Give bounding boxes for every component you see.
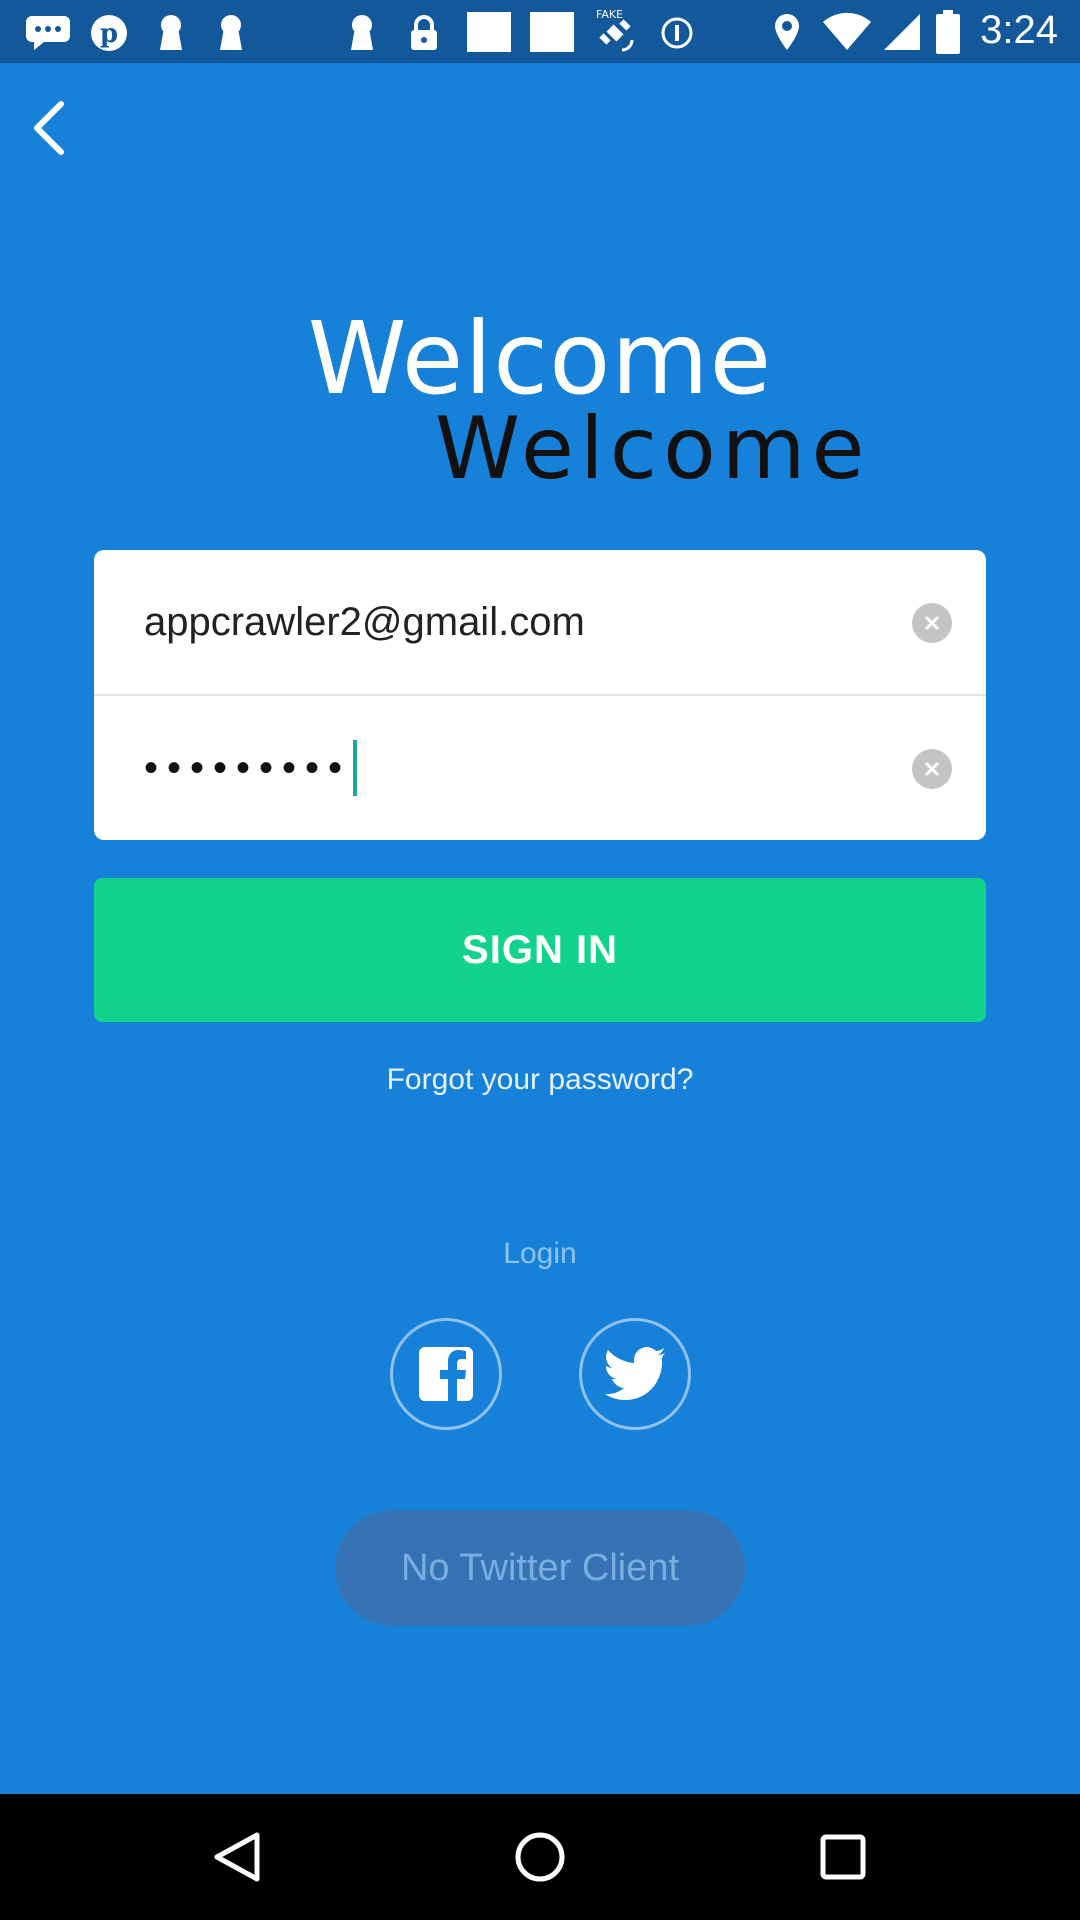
forgot-password-link[interactable]: Forgot your password?	[0, 1063, 1080, 1097]
svg-text:p: p	[100, 19, 118, 49]
nav-back-button[interactable]	[197, 1817, 277, 1897]
square-recents-icon	[820, 1834, 866, 1880]
navigation-bar	[0, 1794, 1080, 1920]
pinterest-icon: p	[90, 14, 128, 57]
svg-text:FAKE: FAKE	[596, 8, 623, 21]
twitter-icon	[605, 1347, 665, 1400]
circle-home-icon	[515, 1832, 565, 1882]
keyhole-icon	[158, 14, 184, 57]
facebook-login-button[interactable]	[390, 1318, 502, 1430]
keyhole-icon	[218, 14, 244, 57]
text-cursor	[353, 740, 358, 796]
sign-in-button[interactable]: SIGN IN	[94, 878, 986, 1022]
wifi-icon	[822, 12, 872, 57]
satellite-icon: FAKE	[592, 6, 642, 61]
keyhole-icon	[349, 14, 375, 57]
triangle-back-icon	[214, 1832, 260, 1882]
status-bar: p FAKE 3:24	[0, 0, 1080, 63]
clear-circle-icon	[924, 761, 940, 777]
welcome-title: Welcome	[307, 300, 773, 417]
battery-icon	[936, 10, 960, 59]
email-row	[94, 550, 986, 696]
twitter-login-button[interactable]	[579, 1318, 691, 1430]
clear-circle-icon	[924, 615, 940, 631]
info-circle-icon	[660, 16, 694, 55]
clear-email-button[interactable]	[912, 603, 952, 643]
messages-icon	[24, 14, 72, 55]
login-screen: Welcome Welcome •••••••••	[0, 63, 1080, 1794]
status-clock: 3:24	[980, 8, 1058, 52]
lock-icon	[409, 14, 439, 57]
chevron-left-icon	[34, 101, 64, 155]
back-button[interactable]	[14, 93, 84, 163]
email-field[interactable]	[144, 550, 844, 694]
password-mask: •••••••••	[144, 745, 352, 790]
login-label: Login	[503, 1237, 577, 1270]
nav-home-button[interactable]	[500, 1817, 580, 1897]
blank-square-icon	[467, 12, 511, 52]
facebook-icon	[419, 1347, 473, 1403]
password-field[interactable]: •••••••••	[144, 696, 358, 840]
nav-recents-button[interactable]	[803, 1817, 883, 1897]
no-twitter-client-button[interactable]: No Twitter Client	[335, 1510, 745, 1626]
password-row: •••••••••	[94, 696, 986, 840]
login-card: •••••••••	[94, 550, 986, 840]
location-icon	[772, 12, 802, 57]
blank-square-icon	[530, 12, 574, 52]
welcome-subtitle: Welcome	[435, 399, 871, 499]
signal-icon	[882, 12, 922, 57]
clear-password-button[interactable]	[912, 749, 952, 789]
